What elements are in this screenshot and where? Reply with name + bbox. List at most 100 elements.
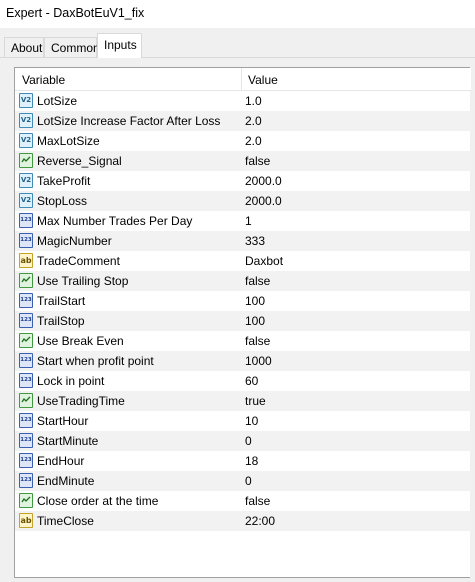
integer-type-icon: 123 [19, 373, 33, 388]
variable-name: EndMinute [37, 474, 95, 488]
column-header-variable[interactable]: Variable [22, 73, 65, 87]
variable-name: MaxLotSize [37, 134, 100, 148]
bool-type-icon [19, 333, 33, 348]
integer-type-icon: 123 [19, 353, 33, 368]
table-row[interactable]: V2 MaxLotSize 2.0 [15, 131, 471, 151]
type-icon-label: 123 [20, 217, 32, 223]
variable-value[interactable]: 333 [245, 234, 265, 248]
variable-name: StartHour [37, 414, 89, 428]
column-header-value[interactable]: Value [248, 73, 278, 87]
type-icon-label: 123 [20, 457, 32, 463]
variable-value[interactable]: 2.0 [245, 114, 262, 128]
double-type-icon: V2 [19, 133, 33, 148]
bool-type-icon [19, 493, 33, 508]
string-type-icon: ab [19, 253, 33, 268]
variable-value[interactable]: Daxbot [245, 254, 283, 268]
variable-value[interactable]: false [245, 494, 270, 508]
variable-name: Lock in point [37, 374, 105, 388]
table-row[interactable]: 123 Start when profit point 1000 [15, 351, 471, 371]
table-row[interactable]: 123 StartHour 10 [15, 411, 471, 431]
table-row[interactable]: Use Trailing Stop false [15, 271, 471, 291]
table-row[interactable]: V2 StopLoss 2000.0 [15, 191, 471, 211]
table-row[interactable]: ab TradeComment Daxbot [15, 251, 471, 271]
table-row[interactable]: UseTradingTime true [15, 391, 471, 411]
inputs-panel: Variable Value V2 LotSize 1.0 V2 LotSize Inc… [0, 57, 475, 582]
variable-value[interactable]: false [245, 274, 270, 288]
variable-value[interactable]: 100 [245, 294, 265, 308]
variable-name: LotSize Increase Factor After Loss [37, 114, 221, 128]
variable-name: TradeComment [37, 254, 120, 268]
variable-name: Start when profit point [37, 354, 154, 368]
variable-value[interactable]: 1 [245, 214, 252, 228]
type-icon-label: 123 [20, 297, 32, 303]
type-icon-label: V2 [20, 96, 32, 104]
tab-inputs[interactable]: Inputs [97, 33, 142, 58]
variable-name: TrailStop [37, 314, 85, 328]
variable-value[interactable]: 100 [245, 314, 265, 328]
table-row[interactable]: 123 TrailStart 100 [15, 291, 471, 311]
type-icon-label: ab [20, 256, 32, 265]
integer-type-icon: 123 [19, 413, 33, 428]
inputs-grid: Variable Value V2 LotSize 1.0 V2 LotSize Inc… [14, 67, 471, 578]
type-icon-label: 123 [20, 357, 32, 363]
variable-value[interactable]: 0 [245, 434, 252, 448]
variable-value[interactable]: false [245, 154, 270, 168]
table-row[interactable]: V2 TakeProfit 2000.0 [15, 171, 471, 191]
type-icon-label: V2 [20, 196, 32, 204]
double-type-icon: V2 [19, 93, 33, 108]
table-row[interactable]: 123 Lock in point 60 [15, 371, 471, 391]
variable-name: StopLoss [37, 194, 88, 208]
table-row[interactable]: 123 MagicNumber 333 [15, 231, 471, 251]
table-row[interactable]: ab TimeClose 22:00 [15, 511, 471, 531]
variable-value[interactable]: 2000.0 [245, 174, 282, 188]
type-icon-label: 123 [20, 377, 32, 383]
variable-value[interactable]: 10 [245, 414, 258, 428]
type-icon-label: V2 [20, 116, 32, 124]
integer-type-icon: 123 [19, 233, 33, 248]
variable-value[interactable]: true [245, 394, 266, 408]
variable-name: Use Trailing Stop [37, 274, 129, 288]
integer-type-icon: 123 [19, 213, 33, 228]
variable-value[interactable]: 18 [245, 454, 258, 468]
type-icon-label: 123 [20, 417, 32, 423]
variable-name: LotSize [37, 94, 78, 108]
variable-value[interactable]: false [245, 334, 270, 348]
variable-value[interactable]: 1000 [245, 354, 272, 368]
table-row[interactable]: 123 TrailStop 100 [15, 311, 471, 331]
variable-value[interactable]: 22:00 [245, 514, 275, 528]
variable-value[interactable]: 0 [245, 474, 252, 488]
bool-type-icon [19, 393, 33, 408]
table-row[interactable]: 123 StartMinute 0 [15, 431, 471, 451]
column-divider[interactable] [241, 68, 242, 90]
variable-value[interactable]: 60 [245, 374, 258, 388]
table-row[interactable]: Close order at the time false [15, 491, 471, 511]
type-icon-label: 123 [20, 317, 32, 323]
type-icon-label: 123 [20, 437, 32, 443]
table-row[interactable]: 123 EndMinute 0 [15, 471, 471, 491]
integer-type-icon: 123 [19, 473, 33, 488]
bool-type-icon [19, 153, 33, 168]
variable-name: Max Number Trades Per Day [37, 214, 193, 228]
tab-about[interactable]: About [4, 37, 44, 57]
variable-value[interactable]: 2.0 [245, 134, 262, 148]
variable-value[interactable]: 2000.0 [245, 194, 282, 208]
variable-name: Use Break Even [37, 334, 124, 348]
table-row[interactable]: Use Break Even false [15, 331, 471, 351]
variable-value[interactable]: 1.0 [245, 94, 262, 108]
type-icon-label: ab [20, 516, 32, 525]
table-row[interactable]: Reverse_Signal false [15, 151, 471, 171]
tab-common[interactable]: Common [44, 37, 100, 57]
variable-name: TrailStart [37, 294, 86, 308]
table-row[interactable]: V2 LotSize Increase Factor After Loss 2.0 [15, 111, 471, 131]
title-bar: Expert - DaxBotEuV1_fix [0, 0, 475, 28]
integer-type-icon: 123 [19, 453, 33, 468]
type-icon-label: 123 [20, 237, 32, 243]
variable-name: Reverse_Signal [37, 154, 122, 168]
window-title: Expert - DaxBotEuV1_fix [6, 6, 145, 20]
table-row[interactable]: 123 EndHour 18 [15, 451, 471, 471]
type-icon-label: 123 [20, 477, 32, 483]
grid-header: Variable Value [15, 68, 471, 91]
table-row[interactable]: V2 LotSize 1.0 [15, 91, 471, 111]
variable-name: StartMinute [37, 434, 99, 448]
table-row[interactable]: 123 Max Number Trades Per Day 1 [15, 211, 471, 231]
